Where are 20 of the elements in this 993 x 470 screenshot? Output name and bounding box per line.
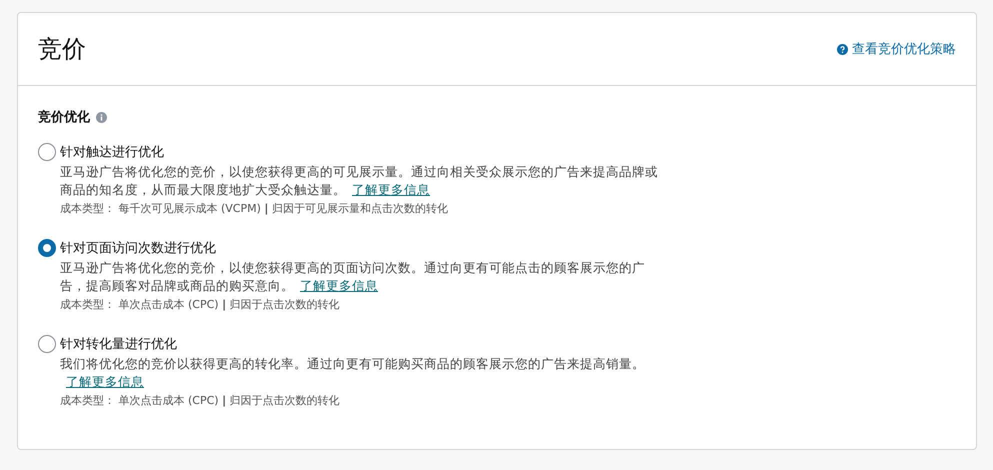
card-title: 竞价 [38,34,86,65]
strategy-link[interactable]: 查看竞价优化策略 [837,40,956,58]
radio-button[interactable] [38,239,56,257]
help-icon [837,44,848,54]
info-icon [96,112,107,122]
option-description: 亚马逊广告将优化您的竞价，以使您获得更高的可见展示量。通过向相关受众展示您的广告来提高品牌或商品的知名度，从而最大限度地扩大受众触达量。 了解更多信息 [60,163,659,199]
cost-type-text: 成本类型： 单次点击成本 (CPC) | 归因于点击次数的转化 [60,393,341,408]
radio-button[interactable] [38,143,56,161]
learn-more-link[interactable]: 了解更多信息 [66,374,144,389]
cost-type-text: 成本类型： 单次点击成本 (CPC) | 归因于点击次数的转化 [60,297,341,312]
cost-type-text: 成本类型： 每千次可见展示成本 (VCPM) | 归因于可见展示量和点击次数的转化 [60,201,449,216]
option-label[interactable]: 针对触达进行优化 [60,144,670,161]
section-title: 竞价优化 [38,108,90,126]
learn-more-link[interactable]: 了解更多信息 [352,182,430,197]
option-description: 我们将优化您的竞价以获得更高的转化率。通过向更有可能购买商品的顾客展示您的广告来提高销量。 了解更多信息 [60,355,646,391]
option-description: 亚马逊广告将优化您的竞价，以使您获得更高的页面访问次数。通过向更有可能点击的顾客展示您的广告，提高顾客对品牌或商品的购买意向。 了解更多信息 [60,259,646,295]
learn-more-link[interactable]: 了解更多信息 [300,278,378,293]
option-label[interactable]: 针对转化量进行优化 [60,336,670,353]
option-label[interactable]: 针对页面访问次数进行优化 [60,240,670,257]
radio-button[interactable] [38,335,56,353]
